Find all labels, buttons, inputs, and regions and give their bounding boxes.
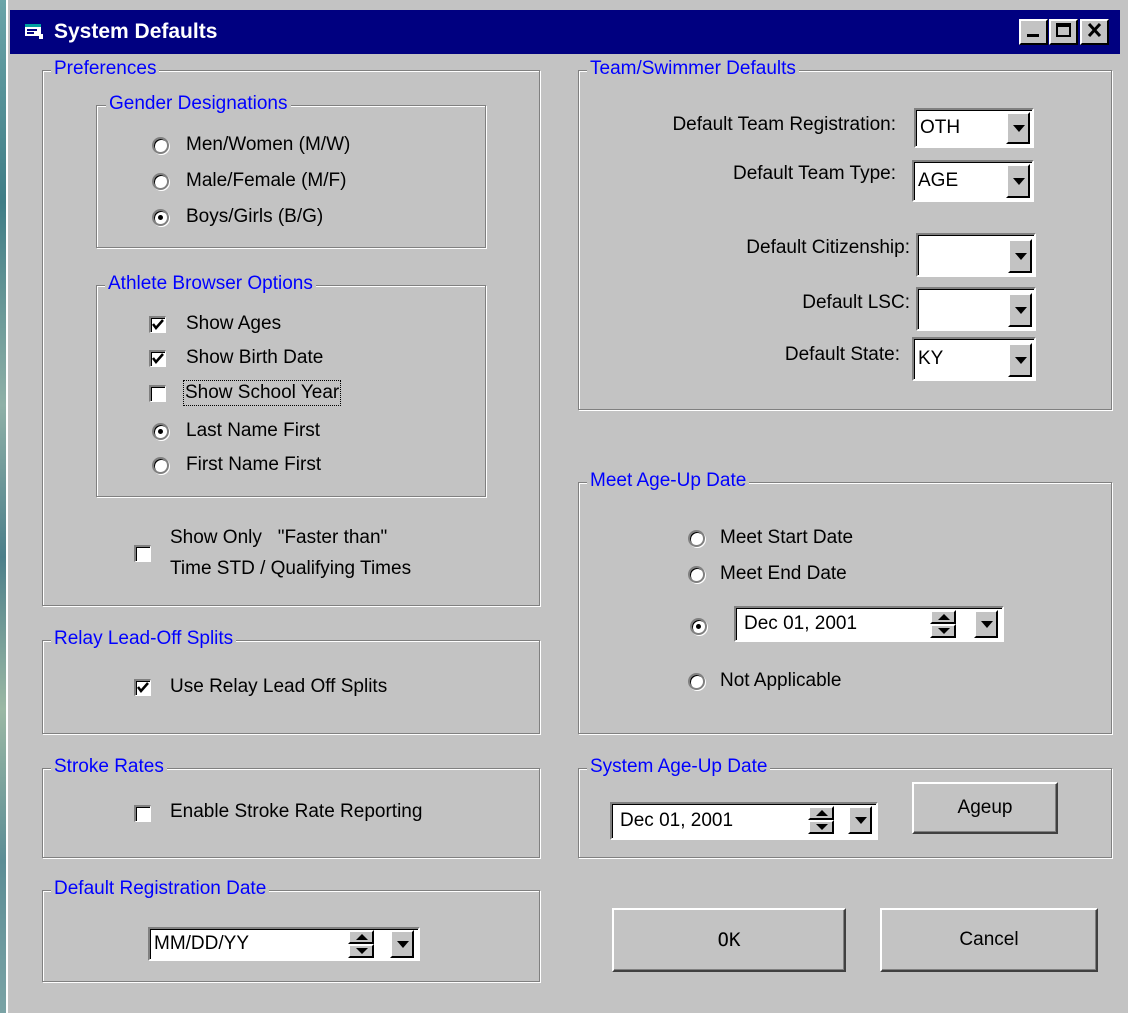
registration-date-field[interactable]: MM/DD/YY: [148, 927, 420, 961]
team-type-label: Default Team Type:: [732, 163, 896, 184]
maximize-icon: [1055, 23, 1071, 37]
faster-than-checkbox[interactable]: [134, 545, 151, 562]
last-name-first-radio[interactable]: [152, 423, 169, 440]
show-school-year-checkbox[interactable]: [149, 385, 166, 402]
gender-radio-men-women[interactable]: [152, 137, 169, 154]
not-applicable-radio[interactable]: [688, 673, 705, 690]
window-title: System Defaults: [54, 20, 218, 43]
system-ageup-legend: System Age-Up Date: [587, 756, 771, 778]
minimize-button[interactable]: [1019, 19, 1048, 45]
spin-down-icon[interactable]: [348, 944, 374, 958]
minimize-icon: [1026, 34, 1039, 37]
relay-splits-label: Use Relay Lead Off Splits: [170, 676, 388, 697]
system-ageup-dropdown-button[interactable]: [848, 806, 872, 834]
stroke-rate-label: Enable Stroke Rate Reporting: [170, 801, 423, 822]
team-type-value: AGE: [918, 170, 959, 191]
meet-end-date-label: Meet End Date: [720, 563, 847, 584]
athlete-browser-legend: Athlete Browser Options: [105, 273, 316, 295]
ageup-button-label: Ageup: [957, 797, 1013, 818]
spin-down-icon[interactable]: [930, 624, 956, 638]
meet-date-value: Dec 01, 2001: [744, 613, 858, 634]
ageup-button[interactable]: Ageup: [912, 782, 1058, 834]
relay-splits-legend: Relay Lead-Off Splits: [51, 628, 237, 650]
state-label: Default State:: [784, 344, 900, 365]
cancel-button-label: Cancel: [959, 929, 1019, 950]
registration-date-spinner[interactable]: [348, 930, 374, 958]
stroke-rate-checkbox[interactable]: [134, 805, 151, 822]
show-school-year-label: Show School Year: [182, 380, 342, 406]
close-button[interactable]: [1080, 19, 1109, 45]
faster-than-label-line1: Show Only "Faster than": [170, 527, 388, 548]
lsc-label: Default LSC:: [802, 292, 910, 313]
system-ageup-date-value: Dec 01, 2001: [620, 810, 734, 831]
state-value: KY: [918, 348, 944, 369]
maximize-button[interactable]: [1049, 19, 1078, 45]
spin-down-icon[interactable]: [808, 820, 834, 834]
citizenship-label: Default Citizenship:: [746, 237, 910, 258]
registration-date-dropdown-button[interactable]: [390, 930, 414, 958]
not-applicable-label: Not Applicable: [720, 670, 842, 691]
last-name-first-label: Last Name First: [186, 420, 321, 441]
registration-date-value: MM/DD/YY: [154, 933, 249, 954]
meet-custom-date-radio[interactable]: [690, 618, 707, 635]
meet-start-date-label: Meet Start Date: [720, 527, 854, 548]
meet-date-field[interactable]: Dec 01, 2001: [734, 606, 1004, 642]
spin-up-icon[interactable]: [930, 610, 956, 624]
gender-radio-male-female[interactable]: [152, 173, 169, 190]
show-birth-date-label: Show Birth Date: [186, 347, 324, 368]
relay-splits-checkbox[interactable]: [134, 679, 151, 696]
checkmark-icon: [152, 353, 164, 364]
spin-up-icon[interactable]: [348, 930, 374, 944]
checkmark-icon: [152, 319, 164, 330]
faster-than-label-line2: Time STD / Qualifying Times: [170, 558, 412, 579]
gender-label-men-women: Men/Women (M/W): [186, 134, 351, 155]
gender-label-male-female: Male/Female (M/F): [186, 170, 347, 191]
preferences-legend: Preferences: [51, 58, 160, 80]
team-registration-value: OTH: [920, 117, 961, 138]
meet-ageup-legend: Meet Age-Up Date: [587, 470, 750, 492]
team-swimmer-legend: Team/Swimmer Defaults: [587, 58, 799, 80]
background-edge: [0, 0, 8, 1013]
stroke-rates-legend: Stroke Rates: [51, 756, 167, 778]
show-ages-checkbox[interactable]: [149, 316, 166, 333]
title-bar[interactable]: System Defaults: [10, 10, 1120, 54]
team-registration-dropdown-button[interactable]: [1006, 112, 1030, 144]
meet-start-date-radio[interactable]: [688, 530, 705, 547]
meet-end-date-radio[interactable]: [688, 566, 705, 583]
spin-up-icon[interactable]: [808, 806, 834, 820]
gender-radio-boys-girls[interactable]: [152, 209, 169, 226]
gender-label-boys-girls: Boys/Girls (B/G): [186, 206, 324, 227]
system-ageup-date-field[interactable]: Dec 01, 2001: [610, 802, 878, 840]
gender-designations-legend: Gender Designations: [106, 93, 291, 115]
meet-date-spinner[interactable]: [930, 610, 956, 638]
first-name-first-radio[interactable]: [152, 457, 169, 474]
close-icon: [1087, 22, 1101, 38]
show-birth-date-checkbox[interactable]: [149, 350, 166, 367]
team-type-dropdown-button[interactable]: [1006, 164, 1030, 198]
team-registration-label: Default Team Registration:: [672, 114, 896, 135]
show-ages-label: Show Ages: [186, 313, 282, 334]
ok-button-label: OK: [717, 929, 741, 951]
app-icon: [25, 24, 43, 39]
citizenship-dropdown-button[interactable]: [1008, 239, 1032, 273]
checkmark-icon: [137, 682, 149, 693]
system-ageup-spinner[interactable]: [808, 806, 834, 834]
meet-date-dropdown-button[interactable]: [974, 610, 998, 638]
cancel-button[interactable]: Cancel: [880, 908, 1098, 972]
ok-button[interactable]: OK: [612, 908, 846, 972]
lsc-dropdown-button[interactable]: [1008, 293, 1032, 327]
state-dropdown-button[interactable]: [1008, 343, 1032, 377]
registration-date-legend: Default Registration Date: [51, 878, 270, 900]
first-name-first-label: First Name First: [186, 454, 322, 475]
